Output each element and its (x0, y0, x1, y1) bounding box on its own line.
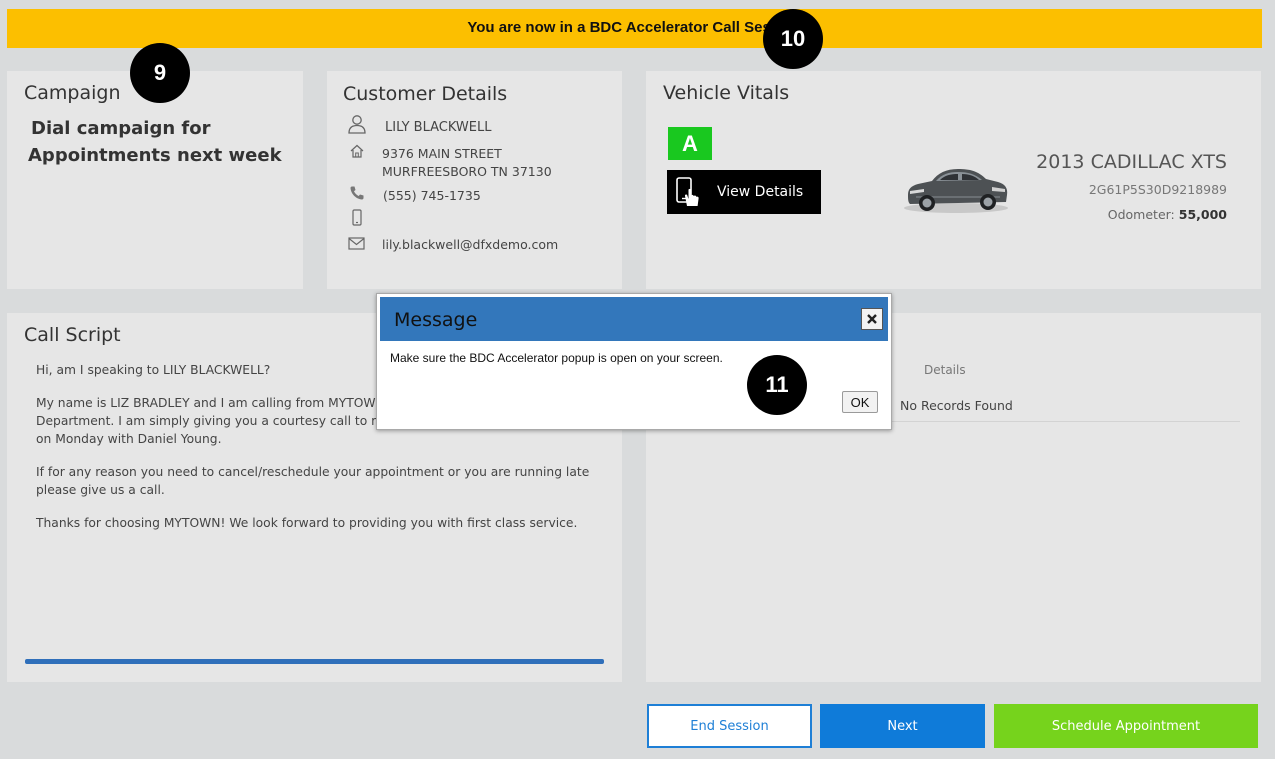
customer-email[interactable]: lily.blackwell@dfxdemo.com (382, 237, 558, 252)
customer-details-title: Customer Details (343, 83, 508, 105)
session-banner-text: You are now in a BDC Accelerator Call Se… (467, 19, 802, 36)
dialog-ok-button[interactable]: OK (842, 391, 878, 413)
callout-11: 11 (747, 355, 807, 415)
email-icon (348, 237, 365, 250)
vehicle-odometer: Odometer: 55,000 (1108, 207, 1227, 222)
campaign-title: Campaign (24, 82, 121, 104)
close-icon (867, 314, 877, 324)
end-session-button[interactable]: End Session (647, 704, 812, 748)
vehicle-vitals-panel: Vehicle Vitals A View Details 2013 CADIL… (646, 71, 1261, 289)
customer-street: 9376 MAIN STREET (382, 146, 502, 161)
home-icon (350, 144, 364, 158)
mobile-icon (352, 209, 362, 226)
records-details-header: Details (924, 363, 966, 377)
callout-10: 10 (763, 9, 823, 69)
campaign-name-line2: Appointments next week (28, 145, 282, 166)
odometer-value: 55,000 (1178, 207, 1227, 222)
customer-name: LILY BLACKWELL (385, 120, 492, 135)
script-paragraph-3: If for any reason you need to cancel/res… (36, 463, 596, 499)
campaign-name: Dial campaign for Appointments next week (28, 115, 288, 169)
schedule-appointment-button[interactable]: Schedule Appointment (994, 704, 1258, 748)
tap-phone-icon (676, 177, 699, 206)
vehicle-vitals-title: Vehicle Vitals (663, 82, 790, 104)
callout-9: 9 (130, 43, 190, 103)
customer-city: MURFREESBORO TN 37130 (382, 164, 552, 179)
view-details-button[interactable]: View Details (667, 170, 821, 214)
campaign-name-line1: Dial campaign for (31, 118, 211, 139)
customer-details-panel: Customer Details LILY BLACKWELL 9376 MAI… (327, 71, 622, 289)
script-p3-line2: please give us a call. (36, 483, 165, 497)
message-dialog: Message Make sure the BDC Accelerator po… (376, 293, 892, 430)
dialog-header[interactable]: Message (380, 297, 888, 341)
campaign-panel: Campaign Dial campaign for Appointments … (7, 71, 303, 289)
dialog-message: Make sure the BDC Accelerator popup is o… (390, 351, 723, 365)
dialog-close-button[interactable] (861, 308, 883, 330)
car-image (904, 169, 1008, 213)
session-banner: You are now in a BDC Accelerator Call Se… (7, 9, 1262, 48)
records-empty-message: No Records Found (900, 398, 1013, 413)
odometer-label: Odometer: (1107, 207, 1175, 222)
dialog-title: Message (394, 309, 478, 331)
call-script-title: Call Script (24, 324, 121, 346)
next-button[interactable]: Next (820, 704, 985, 748)
script-p3-line1: If for any reason you need to cancel/res… (36, 465, 590, 479)
vehicle-name: 2013 CADILLAC XTS (1036, 151, 1227, 173)
phone-icon (350, 186, 364, 200)
script-paragraph-4: Thanks for choosing MYTOWN! We look forw… (36, 516, 578, 530)
customer-phone: (555) 745-1735 (383, 188, 481, 203)
person-icon (348, 115, 366, 134)
vehicle-vin: 2G61P5S30D9218989 (1088, 182, 1227, 197)
script-scrollbar[interactable] (25, 659, 604, 664)
script-p2-line3: on Monday with Daniel Young. (36, 432, 222, 446)
vehicle-grade-badge: A (668, 127, 712, 160)
view-details-label: View Details (717, 184, 804, 200)
